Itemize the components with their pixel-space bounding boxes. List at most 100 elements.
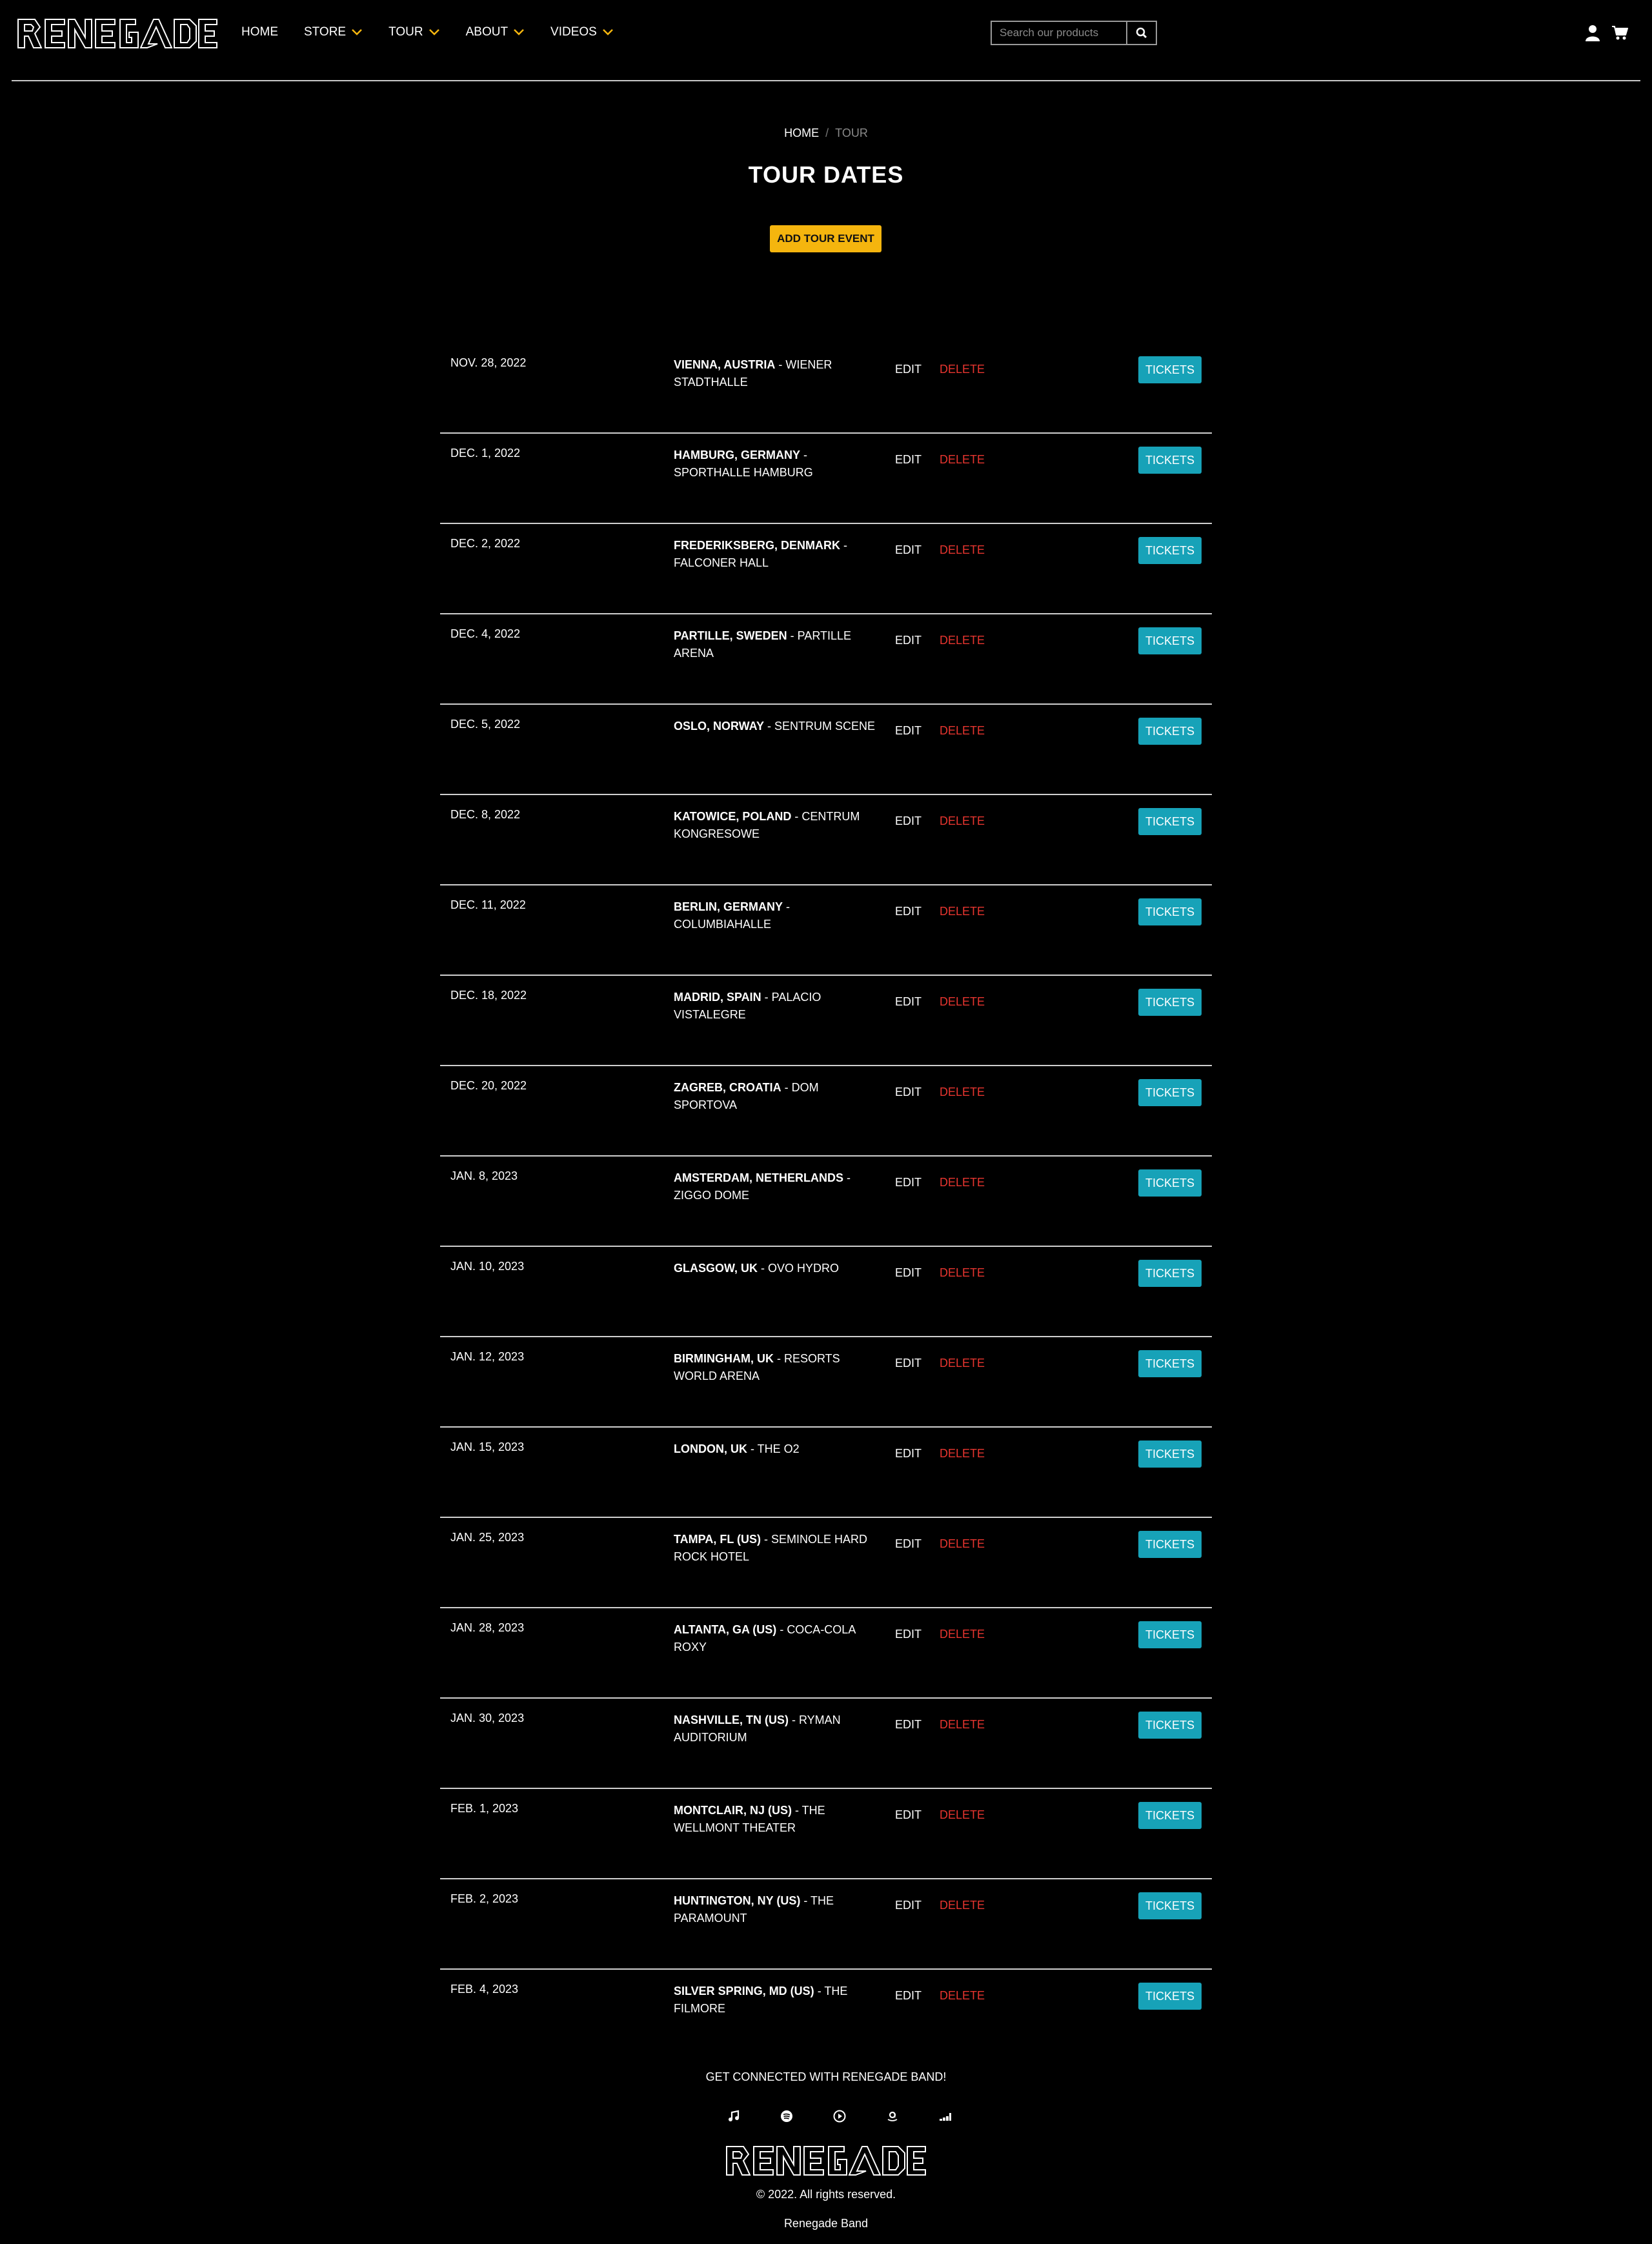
delete-link[interactable]: DELETE [940, 995, 985, 1009]
tour-row: JAN. 30, 2023 NASHVILLE, TN (US) - RYMAN … [440, 1699, 1212, 1789]
delete-link[interactable]: DELETE [940, 905, 985, 918]
tour-location: HAMBURG, GERMANY - SPORTHALLE HAMBURG [674, 447, 877, 481]
tour-venue-sep: - [758, 1262, 768, 1275]
main-nav: HOME STORE TOUR ABOUT VIDEOS [241, 25, 640, 39]
tour-location: MONTCLAIR, NJ (US) - THE WELLMONT THEATE… [674, 1802, 877, 1837]
delete-link[interactable]: DELETE [940, 634, 985, 647]
edit-link[interactable]: EDIT [895, 543, 922, 557]
edit-link[interactable]: EDIT [895, 724, 922, 738]
edit-link[interactable]: EDIT [895, 1086, 922, 1099]
edit-link[interactable]: EDIT [895, 1357, 922, 1370]
tour-venue: SPORTHALLE HAMBURG [674, 466, 813, 479]
breadcrumb-separator: / [825, 126, 829, 139]
tickets-button[interactable]: TICKETS [1138, 1260, 1202, 1287]
tickets-button[interactable]: TICKETS [1138, 1079, 1202, 1106]
tour-row: DEC. 2, 2022 FREDERIKSBERG, DENMARK - FAL… [440, 524, 1212, 614]
breadcrumb-home[interactable]: HOME [784, 126, 819, 139]
tour-date: DEC. 18, 2022 [450, 989, 527, 1002]
nav-videos[interactable]: VIDEOS [550, 25, 614, 39]
search-button[interactable] [1127, 21, 1157, 45]
nav-videos-label: VIDEOS [550, 25, 597, 39]
tour-city: TAMPA, FL (US) [674, 1533, 761, 1546]
edit-link[interactable]: EDIT [895, 1447, 922, 1461]
tickets-button[interactable]: TICKETS [1138, 447, 1202, 474]
tickets-button[interactable]: TICKETS [1138, 537, 1202, 564]
edit-link[interactable]: EDIT [895, 1628, 922, 1641]
edit-link[interactable]: EDIT [895, 1537, 922, 1551]
cart-icon[interactable] [1611, 25, 1628, 41]
tour-location: FREDERIKSBERG, DENMARK - FALCONER HALL [674, 537, 877, 572]
nav-about[interactable]: ABOUT [466, 25, 525, 39]
renegade-logo[interactable] [15, 15, 218, 52]
tour-date: JAN. 30, 2023 [450, 1712, 525, 1724]
edit-link[interactable]: EDIT [895, 1899, 922, 1912]
tour-row: JAN. 10, 2023 GLASGOW, UK - OVO HYDRO EDIT… [440, 1247, 1212, 1337]
tickets-button[interactable]: TICKETS [1138, 627, 1202, 654]
amazon-icon[interactable] [866, 2107, 919, 2125]
tickets-button[interactable]: TICKETS [1138, 1531, 1202, 1558]
edit-link[interactable]: EDIT [895, 363, 922, 376]
tickets-button[interactable]: TICKETS [1138, 1892, 1202, 1919]
delete-link[interactable]: DELETE [940, 1357, 985, 1370]
edit-link[interactable]: EDIT [895, 1808, 922, 1822]
deezer-icon[interactable] [919, 2107, 972, 2125]
delete-link[interactable]: DELETE [940, 1899, 985, 1912]
tickets-button[interactable]: TICKETS [1138, 356, 1202, 383]
chevron-down-icon [602, 29, 613, 35]
tickets-button[interactable]: TICKETS [1138, 1712, 1202, 1739]
delete-link[interactable]: DELETE [940, 1537, 985, 1551]
delete-link[interactable]: DELETE [940, 1086, 985, 1099]
tour-location: AMSTERDAM, NETHERLANDS - ZIGGO DOME [674, 1169, 877, 1204]
edit-link[interactable]: EDIT [895, 1718, 922, 1732]
edit-link[interactable]: EDIT [895, 1266, 922, 1280]
tour-venue: OVO HYDRO [768, 1262, 840, 1275]
tickets-button[interactable]: TICKETS [1138, 1350, 1202, 1377]
delete-link[interactable]: DELETE [940, 1808, 985, 1822]
nav-home[interactable]: HOME [241, 25, 278, 39]
tour-location: MADRID, SPAIN - PALACIO VISTALEGRE [674, 989, 877, 1024]
delete-link[interactable]: DELETE [940, 453, 985, 467]
tour-city: ZAGREB, CROATIA [674, 1081, 781, 1094]
edit-link[interactable]: EDIT [895, 1176, 922, 1189]
footer-heading: GET CONNECTED WITH RENEGADE BAND! [705, 2070, 947, 2083]
user-icon[interactable] [1586, 25, 1600, 41]
edit-link[interactable]: EDIT [895, 453, 922, 467]
delete-link[interactable]: DELETE [940, 1176, 985, 1189]
add-tour-event-button[interactable]: ADD TOUR EVENT [770, 225, 881, 252]
spotify-icon[interactable] [760, 2107, 813, 2125]
edit-link[interactable]: EDIT [895, 995, 922, 1009]
tickets-button[interactable]: TICKETS [1138, 808, 1202, 835]
edit-link[interactable]: EDIT [895, 814, 922, 828]
delete-link[interactable]: DELETE [940, 1989, 985, 2003]
tour-venue: ZIGGO DOME [674, 1189, 749, 1202]
tickets-button[interactable]: TICKETS [1138, 1802, 1202, 1829]
delete-link[interactable]: DELETE [940, 814, 985, 828]
tour-venue-sep: - [843, 1171, 851, 1184]
tickets-button[interactable]: TICKETS [1138, 1169, 1202, 1197]
music-note-icon[interactable] [707, 2107, 760, 2125]
tour-date: FEB. 2, 2023 [450, 1892, 519, 1905]
tickets-button[interactable]: TICKETS [1138, 1983, 1202, 2010]
tour-location: GLASGOW, UK - OVO HYDRO [674, 1260, 877, 1277]
nav-tour[interactable]: TOUR [388, 25, 439, 39]
play-circle-icon[interactable] [813, 2107, 866, 2125]
tickets-button[interactable]: TICKETS [1138, 989, 1202, 1016]
search-input[interactable] [991, 21, 1127, 45]
tour-venue-sep: - [800, 1894, 811, 1907]
delete-link[interactable]: DELETE [940, 543, 985, 557]
tickets-button[interactable]: TICKETS [1138, 1621, 1202, 1648]
delete-link[interactable]: DELETE [940, 1628, 985, 1641]
delete-link[interactable]: DELETE [940, 1718, 985, 1732]
delete-link[interactable]: DELETE [940, 724, 985, 738]
edit-link[interactable]: EDIT [895, 905, 922, 918]
edit-link[interactable]: EDIT [895, 634, 922, 647]
edit-link[interactable]: EDIT [895, 1989, 922, 2003]
tickets-button[interactable]: TICKETS [1138, 1440, 1202, 1468]
nav-store[interactable]: STORE [304, 25, 363, 39]
delete-link[interactable]: DELETE [940, 1447, 985, 1461]
delete-link[interactable]: DELETE [940, 1266, 985, 1280]
delete-link[interactable]: DELETE [940, 363, 985, 376]
tour-city: SILVER SPRING, MD (US) [674, 1985, 814, 1997]
tickets-button[interactable]: TICKETS [1138, 718, 1202, 745]
tickets-button[interactable]: TICKETS [1138, 898, 1202, 925]
